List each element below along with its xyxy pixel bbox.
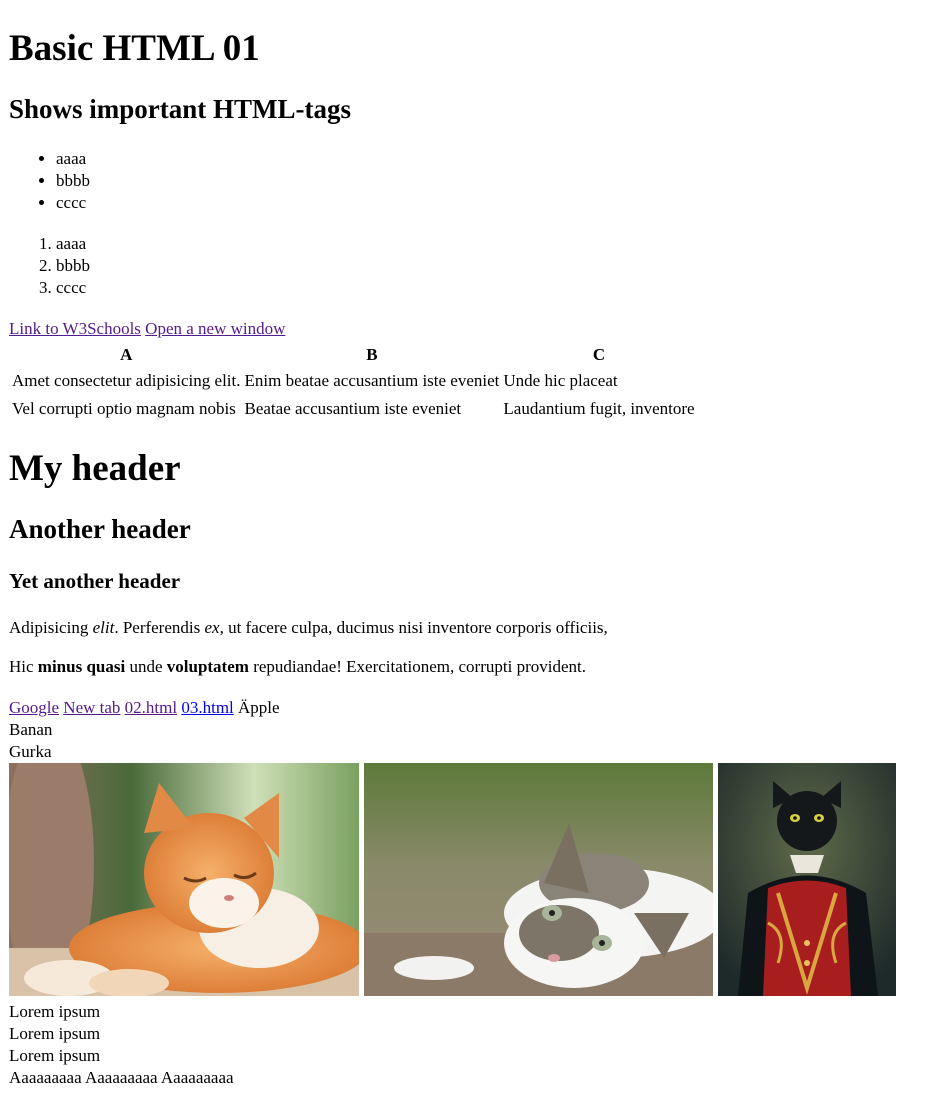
cat-painting bbox=[718, 763, 896, 996]
emphasized-text: elit bbox=[92, 618, 115, 637]
paragraph: Adipisicing elit. Perferendis ex, ut fac… bbox=[9, 618, 608, 638]
ordered-list: aaaa bbbb cccc bbox=[10, 233, 90, 299]
table-cell: Enim beatae accusantium iste eveniet bbox=[244, 371, 500, 390]
links-row: Google New tab 02.html 03.html Äpple bbox=[9, 698, 280, 718]
page-02-link[interactable]: 02.html bbox=[125, 698, 177, 717]
another-header: Another header bbox=[9, 514, 191, 544]
text-line: Banan bbox=[9, 720, 53, 739]
list-item: cccc bbox=[56, 277, 90, 299]
text-line: Gurka bbox=[9, 742, 52, 761]
text-line: Lorem ipsum bbox=[9, 1002, 101, 1021]
cat-photo-grey-icon bbox=[364, 763, 713, 996]
table-cell: Unde hic placeat bbox=[503, 371, 618, 390]
table-cell: Vel corrupti optio magnam nobis bbox=[12, 399, 236, 418]
cat-photo-orange-icon bbox=[9, 763, 359, 996]
page-03-link[interactable]: 03.html bbox=[181, 698, 233, 717]
column-header-c: C bbox=[592, 345, 606, 364]
new-window-link[interactable]: Open a new window bbox=[145, 319, 285, 338]
text-line: Lorem ipsum bbox=[9, 1024, 101, 1043]
list-item: bbbb bbox=[56, 255, 90, 277]
cat-painting-icon bbox=[718, 763, 896, 996]
bold-text: voluptatem bbox=[166, 657, 249, 676]
column-header-a: A bbox=[120, 345, 133, 364]
table-row: Amet consectetur adipisicing elit. Enim … bbox=[11, 368, 696, 394]
google-link[interactable]: Google bbox=[9, 698, 59, 717]
cat-photo-orange bbox=[9, 763, 359, 996]
unordered-list: aaaa bbbb cccc bbox=[10, 148, 90, 214]
column-header-b: B bbox=[366, 345, 378, 364]
table-cell: Beatae accusantium iste eveniet bbox=[244, 399, 462, 418]
list-item: cccc bbox=[56, 192, 90, 214]
paragraph-text: Hic bbox=[9, 657, 38, 676]
yet-another-header: Yet another header bbox=[9, 569, 181, 593]
table-row: Vel corrupti optio magnam nobis Beatae a… bbox=[11, 396, 696, 422]
paragraph-text: Adipisicing bbox=[9, 618, 93, 637]
paragraph-text: . Perferendis bbox=[114, 618, 205, 637]
text-line: Aaaaaaaaa Aaaaaaaaa Aaaaaaaaa bbox=[9, 1068, 234, 1087]
page-subtitle: Shows important HTML-tags bbox=[9, 94, 352, 124]
paragraph-text: repudiandae! Exercitationem, corrupti pr… bbox=[248, 657, 586, 676]
table-header-row: A B C bbox=[11, 344, 696, 366]
new-tab-link[interactable]: New tab bbox=[63, 698, 120, 717]
table-cell: Laudantium fugit, inventore bbox=[503, 399, 695, 418]
page-title: Basic HTML 01 bbox=[9, 28, 260, 69]
text-line: Lorem ipsum bbox=[9, 1046, 101, 1065]
paragraph-text: unde bbox=[125, 657, 167, 676]
paragraph: Hic minus quasi unde voluptatem repudian… bbox=[9, 657, 586, 677]
list-item: bbbb bbox=[56, 170, 90, 192]
table-cell: Amet consectetur adipisicing elit. bbox=[12, 371, 241, 390]
links-row: Link to W3Schools Open a new window bbox=[9, 319, 285, 339]
fruit-text: Äpple bbox=[238, 698, 280, 717]
bold-text: minus quasi bbox=[37, 657, 126, 676]
list-item: aaaa bbox=[56, 148, 90, 170]
emphasized-text: ex bbox=[204, 618, 220, 637]
paragraph-text: , ut facere culpa, ducimus nisi inventor… bbox=[219, 618, 608, 637]
my-header: My header bbox=[9, 448, 181, 489]
w3schools-link[interactable]: Link to W3Schools bbox=[9, 319, 141, 338]
data-table: A B C Amet consectetur adipisicing elit.… bbox=[9, 342, 698, 424]
cat-photo-grey bbox=[364, 763, 713, 996]
list-item: aaaa bbox=[56, 233, 90, 255]
